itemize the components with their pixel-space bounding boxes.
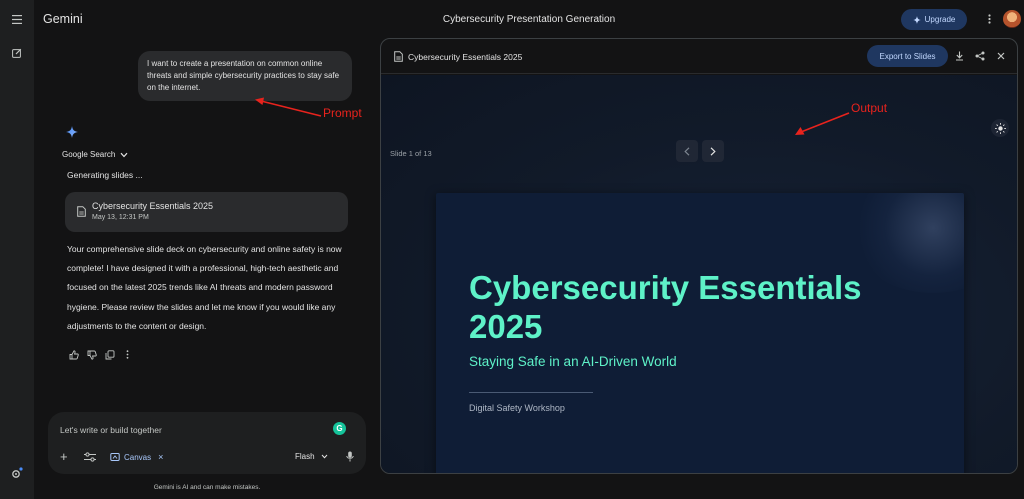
grammarly-icon[interactable]: G [333, 422, 346, 435]
output-annotation: Output [851, 101, 888, 115]
conversation-title: Cybersecurity Presentation Generation [442, 14, 616, 25]
document-icon [77, 206, 86, 217]
user-avatar[interactable] [1003, 10, 1021, 28]
slide-viewer: Slide 1 of 13 Cybersecurity Essentials 2… [381, 75, 1017, 473]
sparkle-icon [912, 15, 921, 24]
tools-icon[interactable] [84, 452, 96, 462]
chevron-left-icon [684, 146, 690, 156]
sun-icon [994, 122, 1006, 134]
output-arrow [795, 112, 850, 135]
prompt-input[interactable] [60, 423, 320, 437]
canvas-remove-icon[interactable]: × [158, 452, 163, 462]
google-search-label: Google Search [62, 150, 116, 159]
prompt-arrow [255, 97, 322, 117]
download-icon[interactable] [953, 50, 965, 62]
canvas-doc-title: Cybersecurity Essentials 2025 [408, 52, 523, 62]
document-card-title: Cybersecurity Essentials 2025 [92, 201, 214, 211]
canvas-panel: Cybersecurity Essentials 2025 Export to … [380, 38, 1018, 474]
chevron-down-icon [120, 152, 128, 157]
response-actions [68, 349, 133, 360]
disclaimer: Gemini is AI and can make mistakes. [153, 484, 261, 491]
slide-footer: Digital Safety Workshop [469, 403, 565, 413]
slide-title: Cybersecurity Essentials 2025 [469, 269, 862, 345]
prompt-composer: G + Canvas × Flash [48, 412, 366, 474]
top-bar: Gemini Cybersecurity Presentation Genera… [34, 0, 1024, 38]
upgrade-button[interactable]: Upgrade [901, 9, 967, 30]
slide-divider [469, 392, 593, 393]
canvas-icon [110, 453, 120, 461]
copy-icon[interactable] [104, 349, 115, 360]
model-label: Flash [295, 452, 315, 461]
next-slide-button[interactable] [702, 140, 724, 162]
response-text: Your comprehensive slide deck on cyberse… [67, 244, 342, 331]
slide-preview: Cybersecurity Essentials 2025 Staying Sa… [436, 193, 964, 473]
mic-icon[interactable] [346, 451, 354, 462]
new-chat-edit-icon[interactable] [10, 46, 24, 60]
document-icon [394, 51, 403, 62]
google-search-toggle[interactable]: Google Search [62, 150, 128, 159]
export-to-slides-button[interactable]: Export to Slides [867, 45, 948, 67]
settings-icon[interactable] [10, 466, 24, 480]
user-prompt-bubble: I want to create a presentation on commo… [138, 51, 352, 101]
left-rail [0, 0, 34, 499]
slide-counter: Slide 1 of 13 [390, 149, 432, 158]
slide-subtitle: Staying Safe in an AI-Driven World [469, 354, 677, 369]
generating-status: Generating slides ... [67, 170, 143, 180]
document-card-timestamp: May 13, 12:31 PM [92, 214, 149, 221]
chevron-down-icon [321, 454, 327, 459]
menu-icon[interactable] [10, 12, 24, 26]
thumbs-up-icon[interactable] [68, 349, 79, 360]
document-card[interactable]: Cybersecurity Essentials 2025 May 13, 12… [65, 192, 348, 232]
upgrade-label: Upgrade [924, 15, 956, 24]
theme-toggle-button[interactable] [991, 119, 1009, 137]
gemini-sparkle-icon [66, 126, 78, 138]
prompt-annotation: Prompt [323, 106, 362, 120]
share-icon[interactable] [974, 50, 986, 62]
thumbs-down-icon[interactable] [86, 349, 97, 360]
previous-slide-button[interactable] [676, 140, 698, 162]
canvas-header: Cybersecurity Essentials 2025 Export to … [381, 39, 1017, 74]
chevron-right-icon [710, 146, 716, 156]
more-actions-icon[interactable] [122, 349, 133, 360]
more-options-icon[interactable] [985, 13, 993, 25]
add-icon[interactable]: + [60, 450, 68, 463]
model-selector[interactable]: Flash [295, 452, 328, 461]
canvas-label: Canvas [124, 452, 152, 462]
close-icon[interactable] [995, 50, 1007, 62]
canvas-chip[interactable]: Canvas × [110, 452, 163, 462]
